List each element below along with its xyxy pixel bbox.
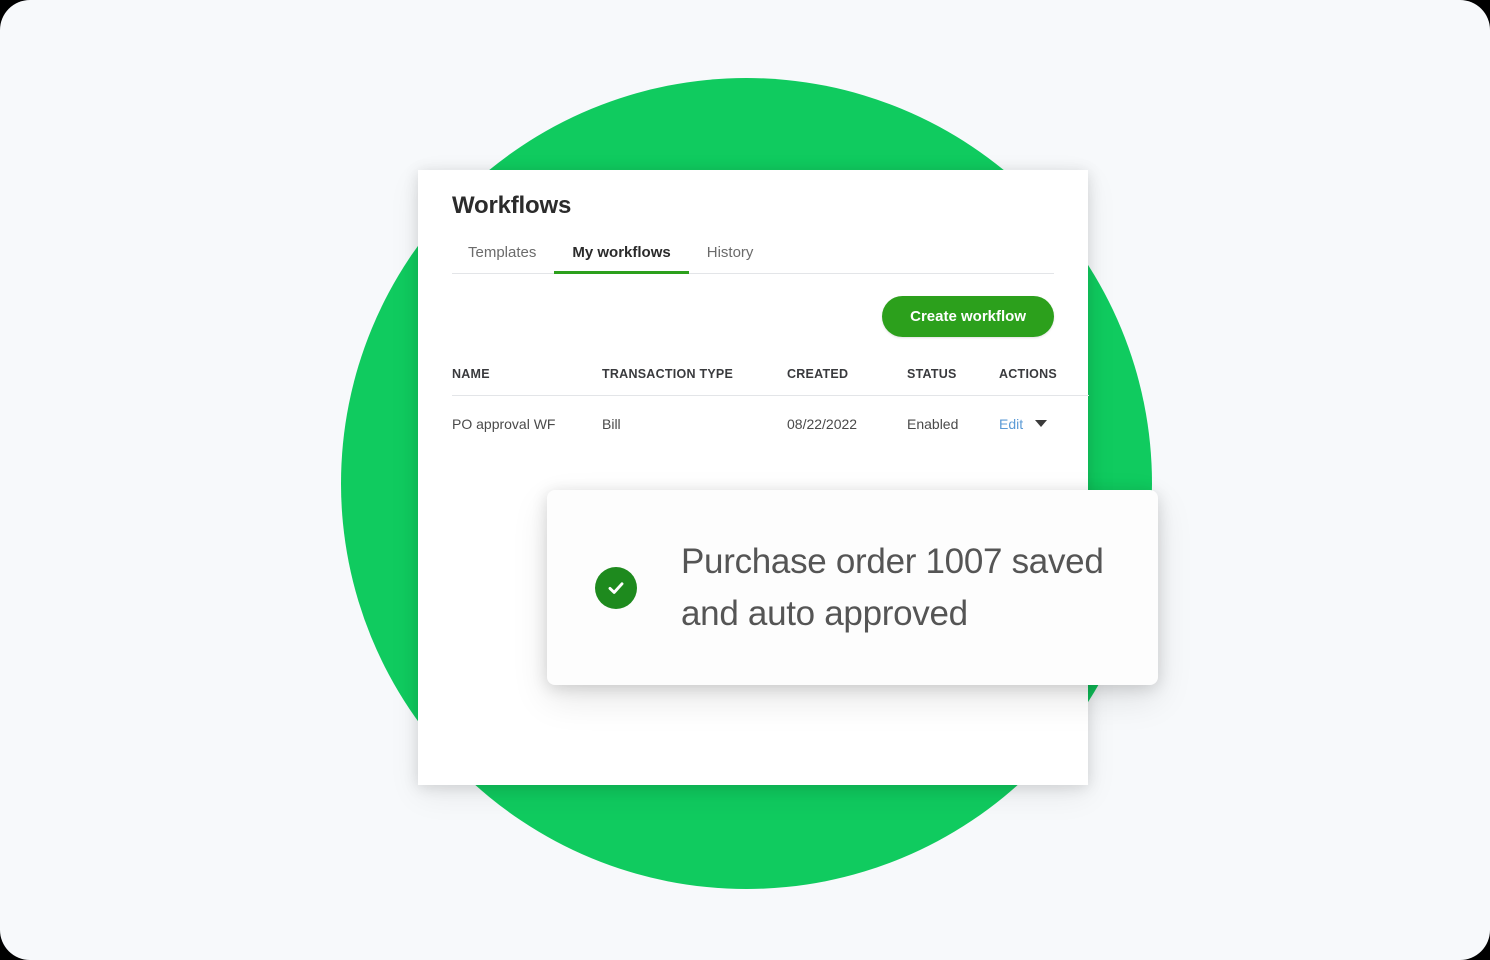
action-bar: Create workflow [452,296,1054,337]
table-row: PO approval WF Bill 08/22/2022 Enabled E… [452,396,1089,432]
cell-transaction-type: Bill [602,416,621,432]
cell-status: Enabled [907,416,959,432]
page-canvas: Workflows Templates My workflows History… [0,0,1490,960]
cell-actions: Edit [999,396,1089,432]
chevron-down-icon[interactable] [1035,420,1048,427]
table-body: PO approval WF Bill 08/22/2022 Enabled E… [452,396,1089,432]
cell-name: PO approval WF [452,416,556,432]
table-header-row: NAME TRANSACTION TYPE CREATED STATUS ACT… [452,367,1089,396]
tab-history[interactable]: History [689,244,772,273]
column-header-actions: ACTIONS [999,367,1089,396]
table-header: NAME TRANSACTION TYPE CREATED STATUS ACT… [452,367,1089,396]
page-title: Workflows [452,192,572,219]
check-circle-icon [595,566,637,609]
tab-my-workflows[interactable]: My workflows [554,244,690,274]
tab-bar: Templates My workflows History [452,244,1054,274]
toast-message: Purchase order 1007 saved and auto appro… [681,541,1104,633]
edit-link[interactable]: Edit [999,416,1023,432]
cell-created: 08/22/2022 [787,416,858,432]
workflows-card: Workflows Templates My workflows History… [418,170,1089,785]
column-header-transaction-type[interactable]: TRANSACTION TYPE [602,367,787,396]
workflows-card-content: Workflows Templates My workflows History… [418,170,1089,432]
create-workflow-button[interactable]: Create workflow [882,296,1054,337]
tab-templates[interactable]: Templates [452,244,554,273]
column-header-created[interactable]: CREATED [787,367,907,396]
toast-notification: Purchase order 1007 saved and auto appro… [547,490,1158,685]
column-header-status[interactable]: STATUS [907,367,999,396]
workflows-table: NAME TRANSACTION TYPE CREATED STATUS ACT… [452,367,1089,432]
column-header-name[interactable]: NAME [452,367,602,396]
